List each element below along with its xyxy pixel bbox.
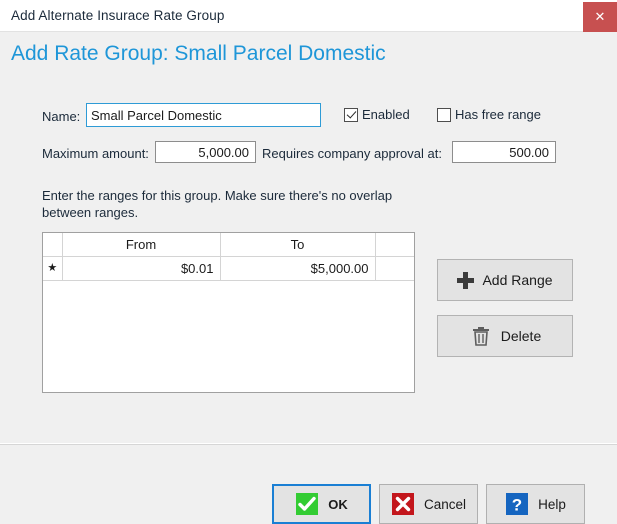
ranges-grid[interactable]: From To ★ $0.01 $5,000.00	[42, 232, 415, 393]
x-mark-icon	[391, 493, 414, 515]
add-range-button-label: Add Range	[482, 272, 553, 288]
column-header-to[interactable]: To	[220, 233, 376, 257]
cell-to[interactable]: $5,000.00	[220, 256, 376, 281]
svg-text:?: ?	[512, 496, 522, 515]
name-label: Name:	[42, 109, 81, 124]
ok-button[interactable]: OK	[272, 484, 371, 524]
cell-filler	[375, 256, 414, 281]
column-header-filler	[375, 233, 414, 257]
add-range-button[interactable]: Add Range	[437, 259, 573, 301]
help-button[interactable]: ? Help	[486, 484, 585, 524]
question-mark-icon: ?	[506, 493, 529, 515]
help-button-label: Help	[538, 496, 566, 512]
cancel-button[interactable]: Cancel	[379, 484, 478, 524]
plus-icon	[457, 271, 475, 289]
window-title: Add Alternate Insurace Rate Group	[11, 8, 225, 23]
enabled-checkbox-label: Enabled	[362, 107, 410, 122]
approval-amount-input[interactable]	[452, 141, 556, 163]
title-bar: Add Alternate Insurace Rate Group ✕	[0, 0, 617, 32]
delete-button-label: Delete	[500, 328, 542, 344]
checkmark-icon	[296, 493, 319, 515]
page-title: Add Rate Group: Small Parcel Domestic	[11, 42, 386, 65]
maximum-amount-label: Maximum amount:	[42, 146, 149, 161]
ranges-table: From To ★ $0.01 $5,000.00	[43, 233, 414, 281]
column-header-from[interactable]: From	[62, 233, 221, 257]
checkbox-empty-icon	[437, 107, 451, 122]
ok-button-label: OK	[328, 496, 348, 512]
table-header-row: From To	[43, 233, 414, 257]
table-row[interactable]: ★ $0.01 $5,000.00	[43, 256, 414, 281]
approval-label: Requires company approval at:	[262, 146, 442, 161]
checkbox-check-icon	[344, 107, 358, 122]
maximum-amount-input[interactable]	[155, 141, 256, 163]
footer-divider	[0, 443, 617, 445]
instructions-text: Enter the ranges for this group. Make su…	[42, 188, 393, 220]
delete-button[interactable]: Delete	[437, 315, 573, 357]
column-header-rowmarker[interactable]	[43, 233, 63, 257]
row-marker-star-icon[interactable]: ★	[43, 256, 63, 281]
trash-icon	[472, 327, 489, 346]
dialog-body: Add Rate Group: Small Parcel Domestic Na…	[0, 32, 617, 524]
enabled-checkbox[interactable]: Enabled	[344, 107, 410, 122]
has-free-range-checkbox[interactable]: Has free range	[437, 107, 541, 122]
has-free-range-checkbox-label: Has free range	[455, 107, 541, 122]
close-icon[interactable]: ✕	[583, 2, 617, 32]
name-input[interactable]	[86, 103, 321, 127]
cancel-button-label: Cancel	[423, 496, 467, 512]
cell-from[interactable]: $0.01	[62, 256, 221, 281]
